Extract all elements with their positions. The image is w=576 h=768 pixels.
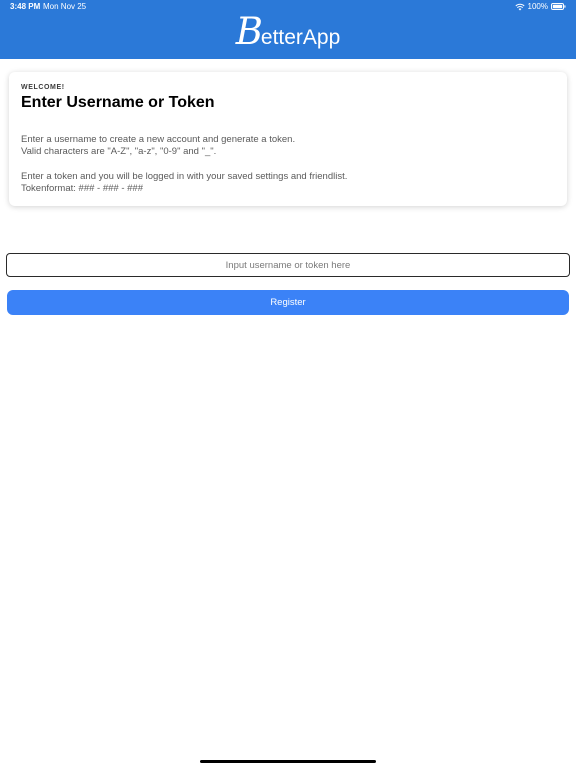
welcome-card: WELCOME! Enter Username or Token Enter a… (9, 72, 567, 206)
username-token-input[interactable] (6, 253, 570, 277)
card-line-valid-characters: Valid characters are "A-Z", "a-z", "0-9"… (21, 146, 217, 157)
home-indicator (200, 760, 376, 763)
app-logo: BetterApp (0, 12, 576, 58)
status-indicators: 100% (514, 2, 566, 11)
battery-icon (551, 3, 566, 10)
wifi-icon (514, 3, 525, 10)
battery-percent: 100% (527, 2, 548, 11)
card-title: Enter Username or Token (21, 94, 215, 111)
card-line-token-format: Tokenformat: ### - ### - ### (21, 183, 143, 194)
logo-text: etterApp (260, 26, 341, 49)
card-line-username-info: Enter a username to create a new account… (21, 134, 296, 145)
app-header: 3:48 PM Mon Nov 25 100% BetterApp (0, 0, 576, 59)
card-line-token-info: Enter a token and you will be logged in … (21, 171, 348, 182)
status-date: Mon Nov 25 (43, 2, 87, 11)
card-kicker: WELCOME! (21, 84, 65, 91)
status-time: 3:48 PM (10, 2, 41, 11)
logo-initial: B (235, 10, 263, 53)
register-button[interactable]: Register (7, 290, 569, 315)
